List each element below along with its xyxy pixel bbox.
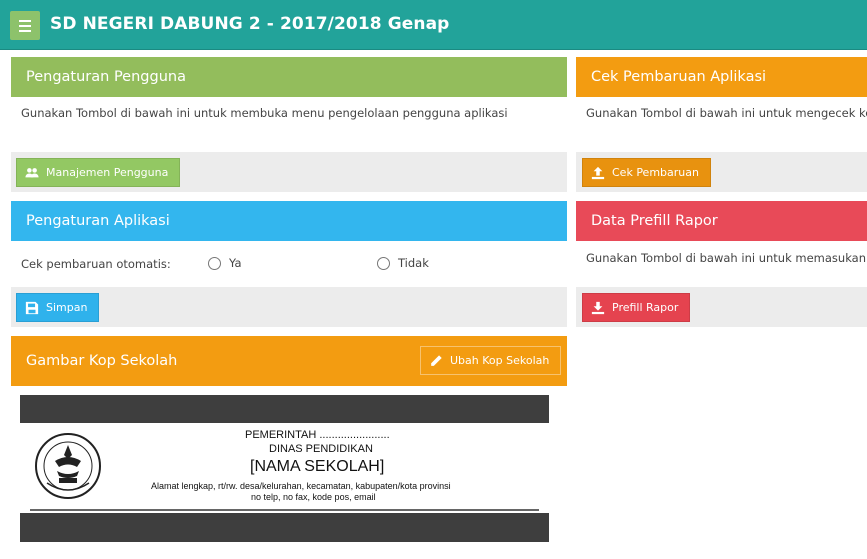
- radio-circle[interactable]: [208, 256, 221, 270]
- button-label: Cek Pembaruan: [612, 166, 699, 179]
- users-icon: [25, 167, 39, 177]
- kop-divider: [30, 509, 539, 511]
- top-navbar: SD NEGERI DABUNG 2 - 2017/2018 Genap: [0, 0, 867, 50]
- app-title: SD NEGERI DABUNG 2 - 2017/2018 Genap: [50, 14, 450, 34]
- radio-circle[interactable]: [377, 256, 390, 270]
- radio-ya[interactable]: Ya: [208, 256, 242, 270]
- button-label: Prefill Rapor: [612, 301, 679, 314]
- radio-tidak[interactable]: Tidak: [377, 256, 429, 270]
- panel-description: Gunakan Tombol di bawah ini untuk membuk…: [21, 106, 508, 120]
- simpan-button[interactable]: Simpan: [16, 293, 100, 322]
- kop-letterhead: PEMERINTAH ....................... DINAS…: [20, 423, 549, 513]
- radio-label-tidak: Tidak: [398, 256, 429, 270]
- cek-pembaruan-button[interactable]: Cek Pembaruan: [582, 158, 711, 187]
- ubah-kop-sekolah-button[interactable]: Ubah Kop Sekolah: [420, 346, 562, 375]
- prefill-rapor-button[interactable]: Prefill Rapor: [582, 293, 691, 322]
- panel-pengaturan-pengguna: Pengaturan Pengguna Gunakan Tombol di ba…: [11, 57, 567, 192]
- panel-gambar-kop-sekolah: Gambar Kop Sekolah Ubah Kop Sekolah: [11, 336, 567, 386]
- panel-title: Pengaturan Aplikasi: [11, 201, 567, 241]
- menu-icon-bar: [19, 19, 31, 22]
- button-label: Ubah Kop Sekolah: [450, 354, 550, 367]
- panel-pengaturan-aplikasi: Pengaturan Aplikasi Cek pembaruan otomat…: [11, 201, 567, 327]
- kop-line-pemerintah: PEMERINTAH .......................: [245, 429, 390, 441]
- hamburger-menu-button[interactable]: [10, 11, 40, 40]
- kop-line-alamat: Alamat lengkap, rt/rw. desa/kelurahan, k…: [151, 481, 451, 491]
- button-label: Manajemen Pengguna: [46, 166, 169, 179]
- panel-footer: Prefill Rapor: [576, 287, 867, 327]
- upload-icon: [591, 166, 605, 179]
- menu-icon-bar: [19, 24, 31, 27]
- panel-data-prefill-rapor: Data Prefill Rapor Gunakan Tombol di baw…: [576, 201, 867, 327]
- panel-title: Data Prefill Rapor: [576, 201, 867, 241]
- panel-title: Pengaturan Pengguna: [11, 57, 567, 97]
- panel-footer: Simpan: [11, 287, 567, 327]
- kop-line-nama-sekolah: [NAMA SEKOLAH]: [250, 458, 385, 475]
- kop-line-dinas: DINAS PENDIDIKAN: [269, 443, 373, 455]
- button-label: Simpan: [46, 301, 88, 314]
- manajemen-pengguna-button[interactable]: Manajemen Pengguna: [16, 158, 181, 187]
- panel-footer: Manajemen Pengguna: [11, 152, 567, 192]
- panel-cek-pembaruan: Cek Pembaruan Aplikasi Gunakan Tombol di…: [576, 57, 867, 192]
- panel-title: Gambar Kop Sekolah Ubah Kop Sekolah: [11, 336, 567, 386]
- tut-wuri-handayani-logo: [35, 433, 101, 499]
- save-icon: [25, 301, 39, 314]
- kop-line-kontak: no telp, no fax, kode pos, email: [251, 492, 376, 502]
- pencil-icon: [431, 354, 442, 366]
- radio-label-ya: Ya: [229, 256, 242, 270]
- auto-update-setting: Cek pembaruan otomatis: Ya Tidak: [11, 241, 567, 287]
- panel-title-text: Gambar Kop Sekolah: [26, 353, 178, 369]
- download-icon: [591, 301, 605, 314]
- panel-footer: Cek Pembaruan: [576, 152, 867, 192]
- auto-update-label: Cek pembaruan otomatis:: [21, 257, 171, 271]
- panel-description: Gunakan Tombol di bawah ini untuk mengec…: [586, 106, 867, 120]
- kop-sekolah-image: PEMERINTAH ....................... DINAS…: [20, 395, 549, 542]
- panel-title: Cek Pembaruan Aplikasi: [576, 57, 867, 97]
- menu-icon-bar: [19, 29, 31, 32]
- panel-description: Gunakan Tombol di bawah ini untuk memasu…: [586, 251, 867, 265]
